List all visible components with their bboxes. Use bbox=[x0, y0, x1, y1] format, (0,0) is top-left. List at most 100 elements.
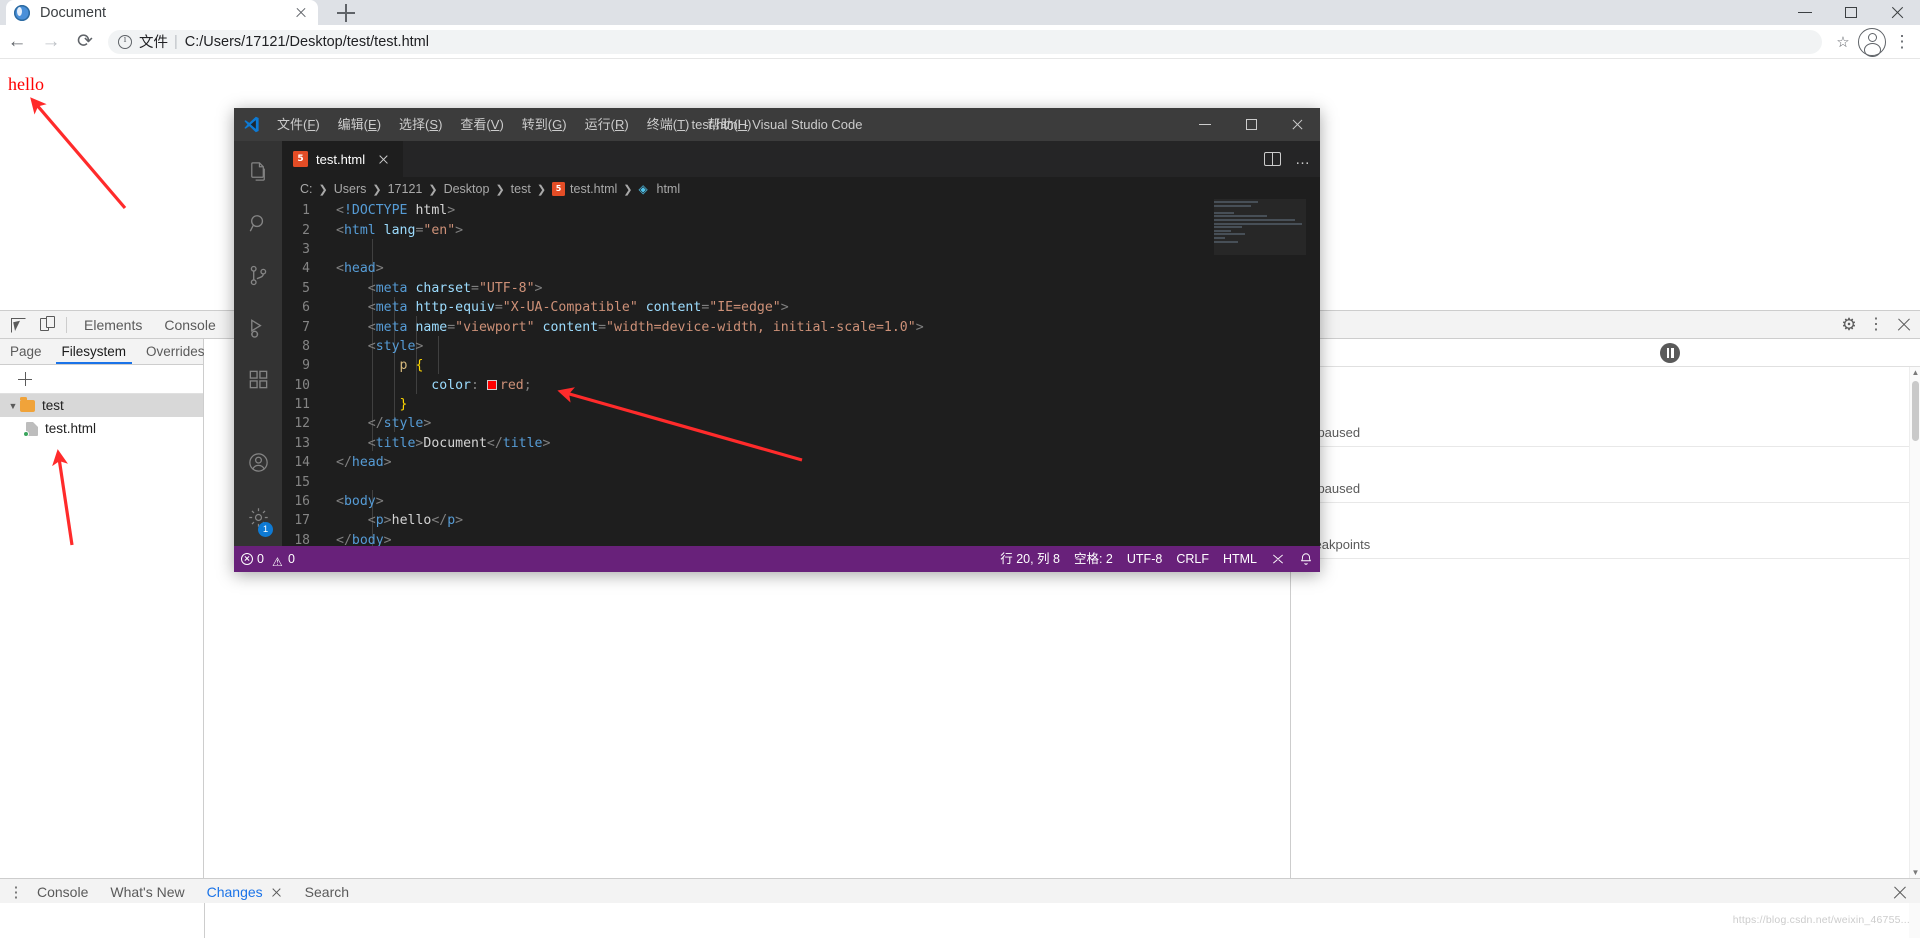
back-button[interactable]: ← bbox=[0, 25, 34, 59]
notifications-bell-icon[interactable] bbox=[1292, 546, 1320, 572]
drawer-tab-search[interactable]: Search bbox=[294, 879, 360, 906]
tweet-feedback-icon[interactable] bbox=[1264, 546, 1292, 572]
symbol-icon: ◈ bbox=[638, 181, 648, 196]
gear-icon[interactable]: ⚙ bbox=[1838, 314, 1860, 336]
close-icon[interactable] bbox=[1274, 108, 1320, 141]
close-icon[interactable] bbox=[1874, 0, 1920, 25]
new-tab-button[interactable] bbox=[332, 2, 360, 24]
chevron-down-icon[interactable]: ▼ bbox=[6, 401, 20, 411]
chevron-right-icon: ❯ bbox=[495, 183, 505, 196]
activitybar-extensions-icon[interactable] bbox=[234, 353, 282, 405]
statusbar-indentation[interactable]: 空格: 2 bbox=[1067, 546, 1120, 572]
code-editor[interactable]: 1 <!DOCTYPE html> 2 <html lang="en"> 3 4… bbox=[282, 201, 1320, 546]
close-icon[interactable] bbox=[374, 150, 392, 168]
close-icon[interactable] bbox=[292, 4, 310, 22]
devtools-tab-console[interactable]: Console bbox=[153, 312, 226, 338]
add-folder-button[interactable] bbox=[16, 370, 34, 388]
inspect-element-icon[interactable] bbox=[4, 312, 32, 338]
devtools-tab-elements[interactable]: Elements bbox=[73, 312, 153, 338]
debugger-section-watch[interactable]: ot paused bbox=[1291, 419, 1920, 447]
browser-tab[interactable]: Document bbox=[6, 0, 318, 25]
drawer-tab-whats-new[interactable]: What's New bbox=[99, 879, 195, 906]
menu-view[interactable]: 查看(V) bbox=[451, 108, 512, 141]
scroll-up-icon[interactable]: ▲ bbox=[1910, 367, 1920, 378]
menu-file[interactable]: 文件(F) bbox=[268, 108, 329, 141]
code-line: 6 <meta http-equiv="X-UA-Compatible" con… bbox=[282, 298, 1320, 317]
maximize-icon[interactable] bbox=[1828, 0, 1874, 25]
close-icon[interactable] bbox=[270, 886, 283, 899]
editor-scrollbar[interactable] bbox=[1306, 201, 1320, 546]
menu-run[interactable]: 运行(R) bbox=[576, 108, 638, 141]
breadcrumb-item-17121[interactable]: 17121 bbox=[388, 182, 423, 196]
devtools-toolbar-right: ⚙ ⋮ bbox=[1830, 314, 1920, 336]
activitybar-manage-gear-icon[interactable]: 1 bbox=[234, 488, 282, 546]
menu-help[interactable]: 帮助(H) bbox=[698, 108, 760, 141]
address-bar[interactable]: 文件 | C:/Users/17121/Desktop/test/test.ht… bbox=[108, 29, 1822, 54]
site-info-icon[interactable] bbox=[118, 34, 132, 49]
scrollbar-thumb[interactable] bbox=[1912, 381, 1919, 441]
breadcrumb-item-file[interactable]: test.html bbox=[570, 182, 617, 196]
menu-edit[interactable]: 编辑(E) bbox=[329, 108, 390, 141]
more-tools-icon[interactable]: ⋮ bbox=[6, 885, 26, 900]
sources-subtab-page[interactable]: Page bbox=[0, 339, 52, 364]
statusbar-cursor-position[interactable]: 行 20, 列 8 bbox=[993, 546, 1067, 572]
forward-button[interactable]: → bbox=[34, 25, 68, 59]
split-editor-icon[interactable] bbox=[1264, 152, 1281, 166]
add-folder-row bbox=[0, 365, 203, 394]
file-tree-item-test-html[interactable]: test.html bbox=[0, 417, 203, 440]
reload-button[interactable]: ⟳ bbox=[68, 25, 102, 59]
file-tree-folder-test[interactable]: ▼ test bbox=[0, 394, 203, 417]
statusbar-language-mode[interactable]: HTML bbox=[1216, 546, 1264, 572]
menu-selection[interactable]: 选择(S) bbox=[390, 108, 451, 141]
activitybar-run-debug-icon[interactable] bbox=[234, 301, 282, 353]
device-toolbar-icon[interactable] bbox=[32, 312, 60, 338]
activitybar-source-control-icon[interactable] bbox=[234, 249, 282, 301]
statusbar-encoding[interactable]: UTF-8 bbox=[1120, 546, 1169, 572]
close-icon[interactable] bbox=[1894, 315, 1914, 335]
debugger-scrollbar[interactable]: ▲ ▼ bbox=[1909, 367, 1920, 878]
more-actions-icon[interactable]: … bbox=[1295, 152, 1310, 167]
vscode-window-controls bbox=[1182, 108, 1320, 141]
line-number: 18 bbox=[294, 532, 310, 546]
breadcrumb-item-users[interactable]: Users bbox=[334, 182, 367, 196]
code-line: 12 </style> bbox=[282, 414, 1320, 433]
editor-tab-actions: … bbox=[1264, 141, 1320, 177]
minimize-icon[interactable] bbox=[1182, 108, 1228, 141]
line-number: 3 bbox=[302, 241, 310, 257]
breadcrumb-item-desktop[interactable]: Desktop bbox=[444, 182, 490, 196]
more-options-icon[interactable]: ⋮ bbox=[1868, 316, 1884, 333]
browser-menu-icon[interactable]: ⋮ bbox=[1888, 33, 1916, 50]
maximize-icon[interactable] bbox=[1228, 108, 1274, 141]
minimize-icon[interactable] bbox=[1782, 0, 1828, 25]
vscode-menubar: 文件(F) 编辑(E) 选择(S) 查看(V) 转到(G) 运行(R) 终端(T… bbox=[268, 108, 760, 141]
scroll-down-icon[interactable]: ▼ bbox=[1910, 867, 1920, 878]
code-line: 3 bbox=[282, 240, 1320, 259]
editor-tab-test-html[interactable]: 5 test.html bbox=[282, 141, 405, 177]
sources-subtab-filesystem[interactable]: Filesystem bbox=[52, 339, 137, 364]
statusbar-problems[interactable]: 0 0 bbox=[234, 546, 302, 575]
sources-subtab-overrides[interactable]: Overrides bbox=[136, 339, 215, 364]
activitybar-explorer-icon[interactable] bbox=[234, 145, 282, 197]
menu-terminal[interactable]: 终端(T) bbox=[638, 108, 699, 141]
breadcrumb-item-symbol[interactable]: html bbox=[657, 182, 681, 196]
watermark-text: https://blog.csdn.net/weixin_46755... bbox=[1732, 914, 1910, 926]
profile-avatar-icon[interactable] bbox=[1858, 27, 1886, 57]
drawer-tab-changes[interactable]: Changes bbox=[196, 879, 294, 906]
code-line: 10 color: red; bbox=[282, 376, 1320, 395]
pause-on-exceptions-icon[interactable] bbox=[1660, 342, 1680, 363]
statusbar-eol[interactable]: CRLF bbox=[1169, 546, 1216, 572]
activitybar-accounts-icon[interactable] bbox=[234, 436, 282, 488]
breadcrumb-item-test[interactable]: test bbox=[511, 182, 531, 196]
bookmark-star-icon[interactable]: ☆ bbox=[1830, 33, 1856, 51]
breadcrumb-item-drive[interactable]: C: bbox=[300, 182, 313, 196]
minimap-slider[interactable] bbox=[1214, 199, 1306, 255]
debugger-section-breakpoints[interactable]: breakpoints bbox=[1291, 531, 1920, 559]
changes-scrollbar[interactable] bbox=[1909, 903, 1920, 938]
close-drawer-icon[interactable] bbox=[1890, 883, 1910, 903]
debugger-section-callstack[interactable]: ot paused bbox=[1291, 475, 1920, 503]
drawer-tab-label: What's New bbox=[110, 884, 185, 900]
activitybar-search-icon[interactable] bbox=[234, 197, 282, 249]
color-swatch-red[interactable] bbox=[486, 379, 497, 390]
drawer-tab-console[interactable]: Console bbox=[26, 879, 99, 906]
menu-go[interactable]: 转到(G) bbox=[513, 108, 576, 141]
